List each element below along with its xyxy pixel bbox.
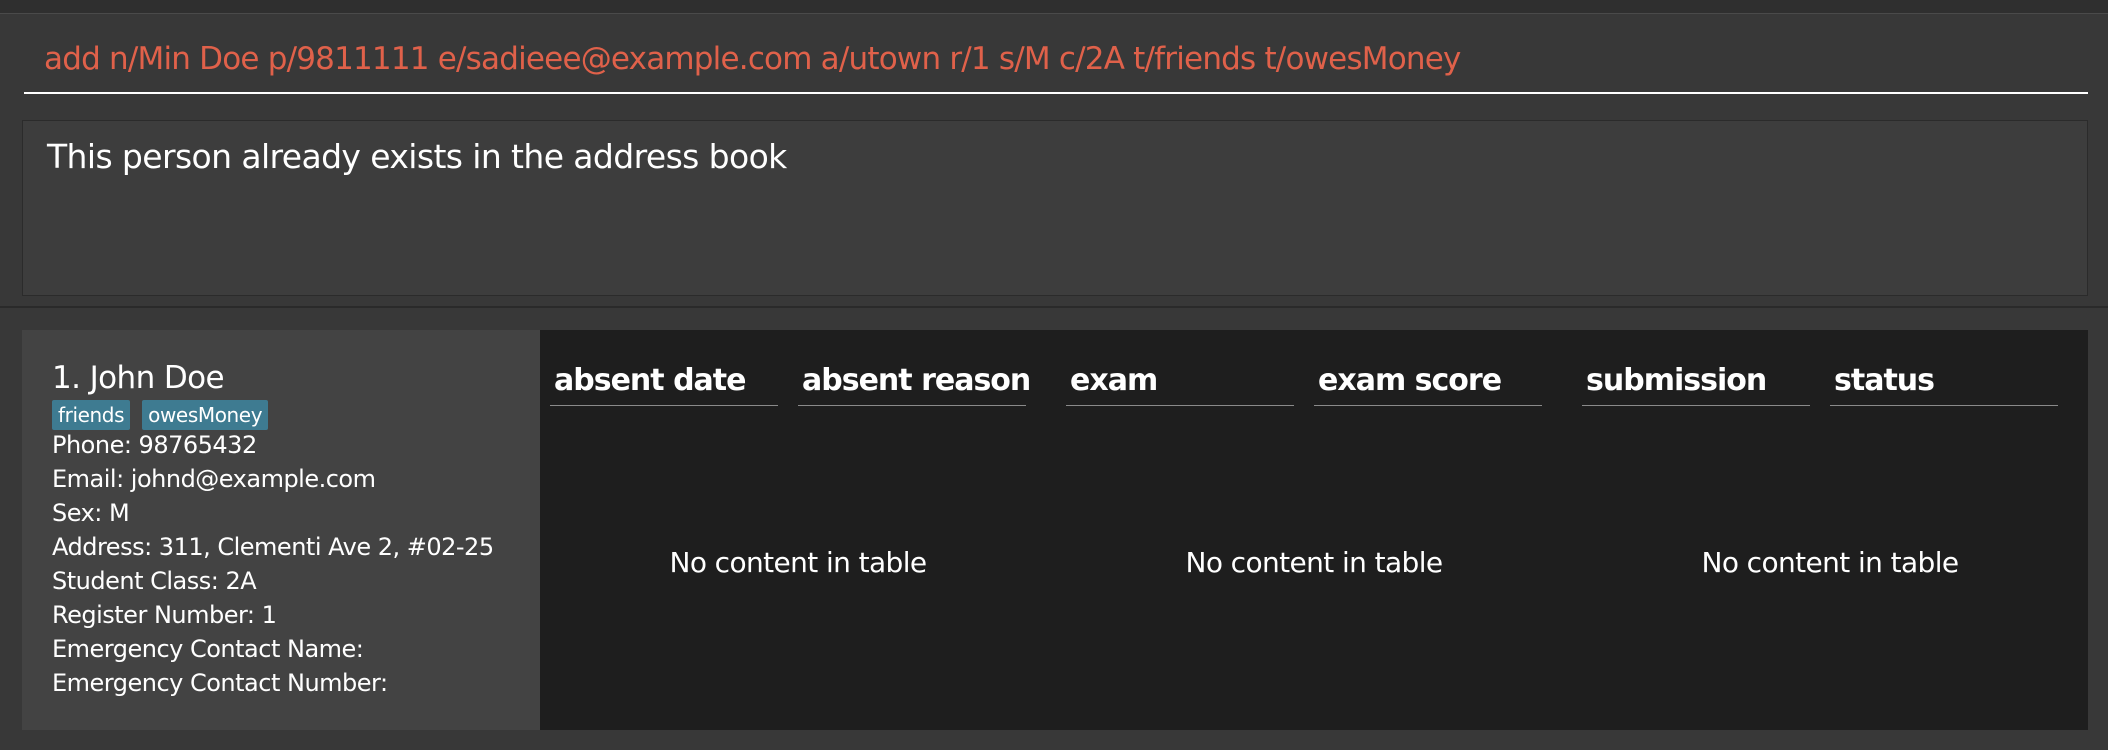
command-input[interactable] [44,36,2074,82]
result-text: This person already exists in the addres… [47,137,787,176]
student-class-field: Student Class: 2A [52,567,257,595]
column-header-absent-reason[interactable]: absent reason [798,356,1031,406]
tag-list: friends owesMoney [52,400,269,430]
sex-field: Sex: M [52,499,130,527]
tag-owes-money: owesMoney [142,400,269,430]
result-display: This person already exists in the addres… [22,120,2088,296]
attendance-table: absent date absent reason No content in … [540,330,1056,730]
exam-table: exam exam score No content in table [1056,330,1572,730]
column-header-exam[interactable]: exam [1066,356,1294,406]
register-number-field: Register Number: 1 [52,601,277,629]
phone-field: Phone: 98765432 [52,431,257,459]
top-strip [0,0,2108,14]
address-field: Address: 311, Clementi Ave 2, #02-25 [52,533,494,561]
emergency-contact-name-field: Emergency Contact Name: [52,635,364,663]
column-header-exam-score[interactable]: exam score [1314,356,1542,406]
tag-friends: friends [52,400,131,430]
emergency-contact-number-field: Emergency Contact Number: [52,669,388,697]
person-card[interactable]: 1. John Doe friends owesMoney Phone: 987… [22,330,540,730]
empty-table-message: No content in table [669,546,927,579]
empty-table-message: No content in table [1701,546,1959,579]
column-header-absent-date[interactable]: absent date [550,356,778,406]
command-box [24,22,2088,94]
person-name: 1. John Doe [52,360,225,396]
email-field: Email: johnd@example.com [52,465,376,493]
tables-panel: absent date absent reason No content in … [540,330,2088,730]
empty-table-message: No content in table [1185,546,1443,579]
divider [0,306,2108,308]
column-header-status[interactable]: status [1830,356,2058,406]
submission-table: submission status No content in table [1572,330,2088,730]
column-header-submission[interactable]: submission [1582,356,1810,406]
